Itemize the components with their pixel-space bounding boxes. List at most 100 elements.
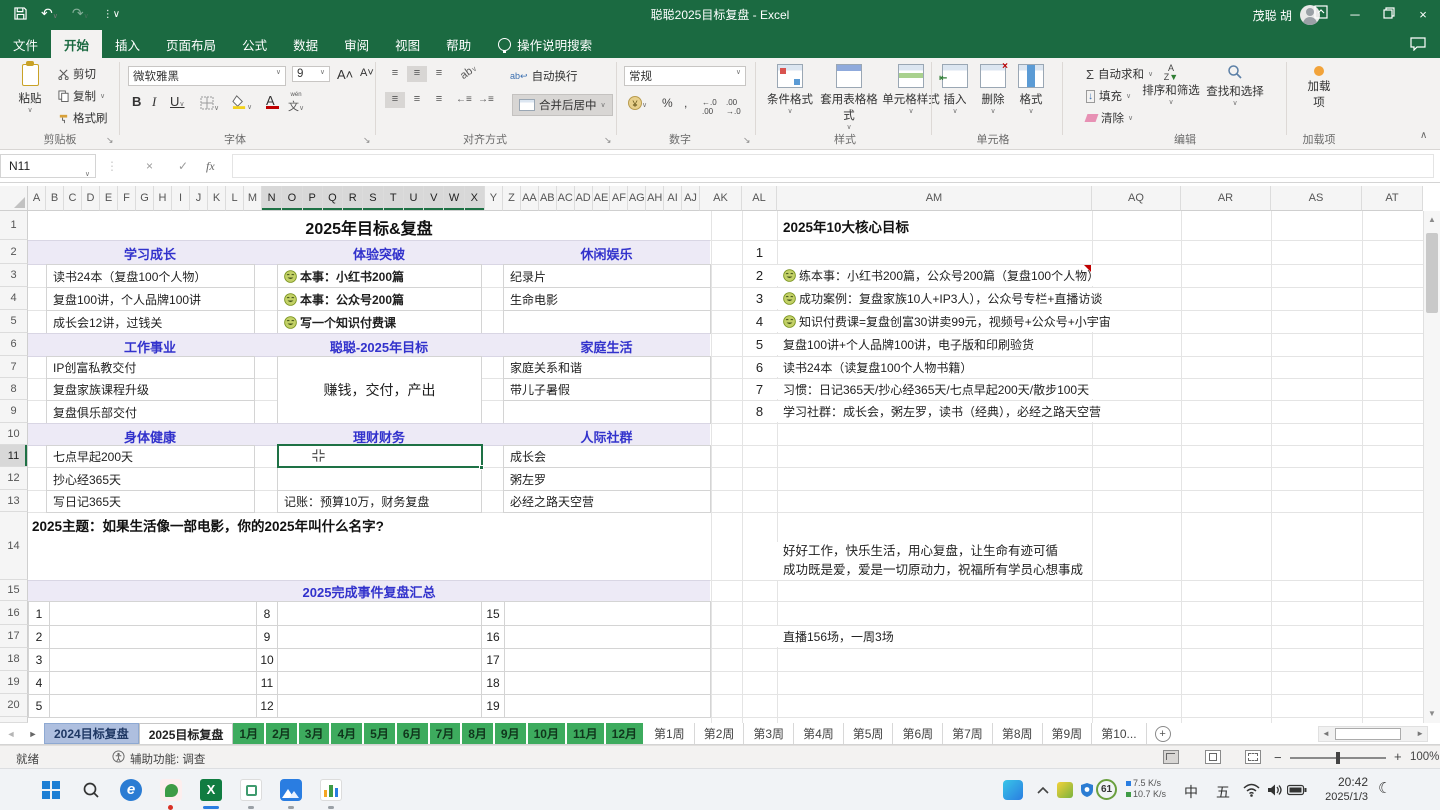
event-empty-cell[interactable] bbox=[49, 671, 257, 695]
cancel-icon[interactable]: × bbox=[146, 154, 153, 178]
event-number-cell[interactable]: 3 bbox=[28, 648, 50, 672]
increase-decimal-icon[interactable]: ←.0.00 bbox=[702, 98, 717, 116]
start-button[interactable] bbox=[38, 777, 64, 803]
tray-health-badge[interactable]: 61 bbox=[1096, 779, 1117, 800]
ribbon-tab-插入[interactable]: 插入 bbox=[102, 30, 153, 58]
table-cell[interactable]: 带儿子暑假 bbox=[503, 378, 711, 401]
table-cell[interactable]: 复盘家族课程升级 bbox=[46, 378, 255, 401]
event-empty-cell[interactable] bbox=[504, 694, 711, 718]
sheet-nav-right-icon[interactable]: ► bbox=[22, 723, 44, 744]
close-button[interactable]: × bbox=[1406, 0, 1440, 30]
event-number-cell[interactable]: 12 bbox=[256, 694, 278, 718]
column-header-AD[interactable]: AD bbox=[575, 186, 593, 211]
column-header-AI[interactable]: AI bbox=[664, 186, 682, 211]
column-header-T[interactable]: T bbox=[384, 186, 404, 211]
column-header-AQ[interactable]: AQ bbox=[1092, 186, 1181, 211]
row-header-17[interactable]: 17 bbox=[0, 625, 28, 648]
selection-fill-handle[interactable] bbox=[479, 465, 484, 470]
sort-filter-button[interactable]: AZ▼ 排序和筛选∨ bbox=[1142, 64, 1200, 106]
find-select-button[interactable]: 查找和选择∨ bbox=[1204, 64, 1266, 107]
column-header-AK[interactable]: AK bbox=[700, 186, 742, 211]
sheet-tab-第6周[interactable]: 第6周 bbox=[893, 723, 943, 744]
row-header-14[interactable]: 14 bbox=[0, 512, 28, 580]
taskbar-edge-icon[interactable]: e bbox=[118, 777, 144, 803]
align-bottom-icon[interactable]: ≡ bbox=[429, 66, 449, 82]
hscroll-right-icon[interactable]: ► bbox=[1416, 729, 1424, 738]
column-header-L[interactable]: L bbox=[226, 186, 244, 211]
sheet-tab-第5周[interactable]: 第5周 bbox=[844, 723, 894, 744]
event-empty-cell[interactable] bbox=[277, 671, 482, 695]
column-header-X[interactable]: X bbox=[465, 186, 485, 211]
column-header-W[interactable]: W bbox=[444, 186, 464, 211]
taskbar-excel-icon[interactable]: X bbox=[198, 777, 224, 803]
zoom-out-icon[interactable]: − bbox=[1274, 750, 1282, 765]
row-header-5[interactable]: 5 bbox=[0, 310, 28, 333]
percent-style-icon[interactable]: % bbox=[662, 96, 673, 110]
clear-button[interactable]: 清除∨ bbox=[1086, 110, 1133, 126]
sheet-tab-5月[interactable]: 5月 bbox=[364, 723, 397, 744]
event-number-cell[interactable]: 10 bbox=[256, 648, 278, 672]
addins-button[interactable]: 加载项 bbox=[1296, 64, 1342, 110]
column-header-U[interactable]: U bbox=[404, 186, 424, 211]
tray-wifi-icon[interactable] bbox=[1238, 777, 1264, 803]
taskbar-notes-app-icon[interactable] bbox=[158, 777, 184, 803]
column-header-K[interactable]: K bbox=[208, 186, 226, 211]
row-header-12[interactable]: 12 bbox=[0, 467, 28, 490]
sheet-tab-4月[interactable]: 4月 bbox=[331, 723, 364, 744]
column-header-F[interactable]: F bbox=[118, 186, 136, 211]
column-header-AH[interactable]: AH bbox=[646, 186, 664, 211]
event-number-cell[interactable]: 19 bbox=[481, 694, 505, 718]
row-header-11[interactable]: 11 bbox=[0, 445, 28, 467]
event-number-cell[interactable]: 9 bbox=[256, 625, 278, 649]
row-header-19[interactable]: 19 bbox=[0, 671, 28, 694]
row-header-4[interactable]: 4 bbox=[0, 287, 28, 310]
event-empty-cell[interactable] bbox=[277, 648, 482, 672]
selected-cell[interactable] bbox=[277, 444, 483, 468]
column-header-AE[interactable]: AE bbox=[593, 186, 611, 211]
event-number-cell[interactable]: 4 bbox=[28, 671, 50, 695]
page-break-view-icon[interactable] bbox=[1245, 750, 1261, 764]
event-number-cell[interactable]: 2 bbox=[28, 625, 50, 649]
column-header-AS[interactable]: AS bbox=[1271, 186, 1362, 211]
event-empty-cell[interactable] bbox=[49, 648, 257, 672]
column-header-P[interactable]: P bbox=[303, 186, 323, 211]
paste-button[interactable]: 粘贴∨ bbox=[8, 64, 52, 114]
event-empty-cell[interactable] bbox=[49, 694, 257, 718]
zoom-level[interactable]: 100% bbox=[1410, 751, 1439, 763]
sheet-tab-10月[interactable]: 10月 bbox=[528, 723, 567, 744]
event-empty-cell[interactable] bbox=[504, 648, 711, 672]
align-left-icon[interactable]: ≡ bbox=[385, 92, 405, 108]
event-number-cell[interactable]: 16 bbox=[481, 625, 505, 649]
table-cell[interactable]: 本事：公众号200篇 bbox=[277, 287, 482, 311]
column-header-AF[interactable]: AF bbox=[610, 186, 628, 211]
sheet-tab-第9周[interactable]: 第9周 bbox=[1043, 723, 1093, 744]
event-number-cell[interactable]: 5 bbox=[28, 694, 50, 718]
table-cell[interactable]: 七点早起200天 bbox=[46, 445, 255, 468]
row-header-3[interactable]: 3 bbox=[0, 264, 28, 287]
event-empty-cell[interactable] bbox=[504, 671, 711, 695]
column-header-G[interactable]: G bbox=[136, 186, 154, 211]
row-header-18[interactable]: 18 bbox=[0, 648, 28, 671]
table-cell[interactable]: 本事：小红书200篇 bbox=[277, 264, 482, 288]
merged-cell[interactable]: 赚钱，交付，产出 bbox=[277, 356, 482, 424]
column-header-J[interactable]: J bbox=[190, 186, 208, 211]
sheet-tab-第8周[interactable]: 第8周 bbox=[993, 723, 1043, 744]
row-header-6[interactable]: 6 bbox=[0, 333, 28, 356]
ribbon-tab-帮助[interactable]: 帮助 bbox=[433, 30, 484, 58]
table-cell[interactable]: 读书24本（复盘100个人物） bbox=[46, 264, 255, 288]
enter-icon[interactable]: ✓ bbox=[178, 154, 188, 178]
align-right-icon[interactable]: ≡ bbox=[429, 92, 449, 108]
column-header-H[interactable]: H bbox=[154, 186, 172, 211]
name-box[interactable]: N11∨ bbox=[0, 154, 96, 178]
format-cells-button[interactable]: 格式∨ bbox=[1014, 64, 1048, 115]
align-middle-icon[interactable]: ≡ bbox=[407, 66, 427, 82]
table-cell[interactable]: 纪录片 bbox=[503, 264, 711, 288]
table-cell[interactable]: 复盘俱乐部交付 bbox=[46, 400, 255, 424]
core-goal-item[interactable]: 学习社群：成长会，粥左罗，读书（经典），必经之路天空营 bbox=[777, 401, 1107, 422]
minimize-button[interactable]: ─ bbox=[1338, 0, 1372, 30]
normal-view-icon[interactable] bbox=[1163, 750, 1179, 764]
event-number-cell[interactable]: 1 bbox=[28, 601, 50, 626]
ribbon-display-options-icon[interactable] bbox=[1304, 0, 1338, 30]
orientation-icon[interactable]: ab∨ bbox=[458, 62, 479, 82]
format-as-table-button[interactable]: 套用表格格式∨ bbox=[820, 64, 878, 131]
